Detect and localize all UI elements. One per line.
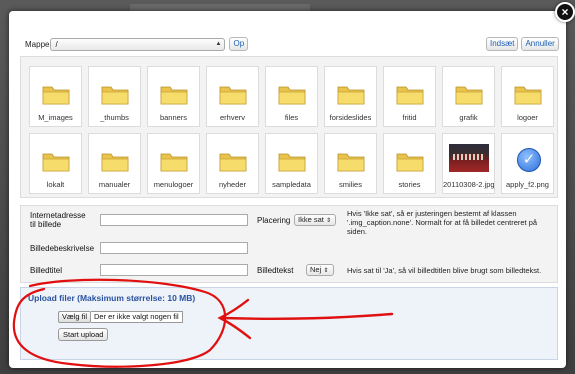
upload-section: Upload filer (Maksimum størrelse: 10 MB)… xyxy=(20,287,558,360)
folder-icon xyxy=(42,86,70,105)
file-chooser: Vælg fil Der er ikke valgt nogen fil xyxy=(58,311,183,323)
folder-icon xyxy=(337,153,365,172)
folder-icon xyxy=(160,153,188,172)
file-tile-label: lokalt xyxy=(46,180,65,189)
description-input[interactable] xyxy=(100,242,248,254)
placement-help: Hvis 'Ikke sat', så er justeringen beste… xyxy=(347,209,538,236)
title-input[interactable] xyxy=(100,264,248,276)
folder-icon xyxy=(160,86,188,105)
placement-label: Placering xyxy=(257,216,291,225)
placement-select[interactable]: Ikke sat ⇕ xyxy=(294,214,336,226)
folder-icon xyxy=(396,86,424,105)
file-tile[interactable]: grafik xyxy=(442,66,495,127)
file-tile[interactable]: sampledata xyxy=(265,133,318,194)
file-tile[interactable]: smilies xyxy=(324,133,377,194)
updown-arrows-icon: ⇕ xyxy=(323,268,329,274)
folder-icon xyxy=(278,153,306,172)
file-tile-label: nyheder xyxy=(218,180,247,189)
file-tile[interactable]: stories xyxy=(383,133,436,194)
file-status: Der er ikke valgt nogen fil xyxy=(91,311,183,323)
file-browser-grid: M_images _thumbs banners erhverv files forsid… xyxy=(20,56,558,198)
folder-select[interactable]: / ▲ xyxy=(50,37,226,51)
file-tile[interactable]: ✓ apply_f2.png xyxy=(501,133,554,194)
file-tile[interactable]: _thumbs xyxy=(88,66,141,127)
file-tile[interactable]: M_images xyxy=(29,66,82,127)
caption-select-value: Nej xyxy=(310,265,322,274)
file-tile-label: forsideslides xyxy=(329,113,372,122)
file-tile-label: M_images xyxy=(38,113,73,122)
image-properties-form: Internetadresse til billede Placering Ik… xyxy=(20,205,558,283)
file-tile-label: manualer xyxy=(98,180,131,189)
file-tile-label: sampledata xyxy=(272,180,311,189)
file-tile-label: grafik xyxy=(459,113,478,122)
folder-icon xyxy=(219,86,247,105)
folder-icon xyxy=(101,86,129,105)
checkmark-icon: ✓ xyxy=(517,148,541,172)
folder-icon xyxy=(396,153,424,172)
choose-file-button[interactable]: Vælg fil xyxy=(58,311,92,323)
insert-button[interactable]: Indsæt xyxy=(486,37,519,51)
caption-label: Billedtekst xyxy=(257,266,294,275)
file-tile-label: menulogoer xyxy=(153,180,194,189)
file-tile[interactable]: erhverv xyxy=(206,66,259,127)
url-label: Internetadresse xyxy=(30,211,86,220)
start-upload-button[interactable]: Start upload xyxy=(58,328,109,341)
file-tile[interactable]: manualer xyxy=(88,133,141,194)
file-tile[interactable]: logoer xyxy=(501,66,554,127)
file-tile-label: logoer xyxy=(517,113,538,122)
file-tile-label: apply_f2.png xyxy=(506,180,549,189)
url-input[interactable] xyxy=(100,214,248,226)
folder-icon xyxy=(337,86,365,105)
folder-icon xyxy=(278,86,306,105)
file-tile[interactable]: lokalt xyxy=(29,133,82,194)
folder-icon xyxy=(219,153,247,172)
updown-arrows-icon: ▲ xyxy=(215,40,222,47)
file-tile[interactable]: forsideslides xyxy=(324,66,377,127)
placement-select-value: Ikke sat xyxy=(298,215,324,224)
updown-arrows-icon: ⇕ xyxy=(325,218,331,224)
dialog-actions: Indsæt Annuller xyxy=(486,37,559,51)
file-tile-label: fritid xyxy=(402,113,417,122)
file-tile[interactable]: menulogoer xyxy=(147,133,200,194)
caption-help: Hvis sat til 'Ja', så vil billedtitlen b… xyxy=(347,266,542,275)
caption-select[interactable]: Nej ⇕ xyxy=(306,264,334,276)
file-tile[interactable]: banners xyxy=(147,66,200,127)
folder-icon xyxy=(455,86,483,105)
file-tile[interactable]: files xyxy=(265,66,318,127)
cancel-button[interactable]: Annuller xyxy=(521,37,559,51)
url-label-line2: til billede xyxy=(30,220,62,229)
folder-select-value: / xyxy=(55,39,58,49)
folder-icon xyxy=(42,153,70,172)
close-dialog-button[interactable]: × xyxy=(555,2,575,22)
file-tile-label: 20110308-2.jpg xyxy=(443,180,494,189)
file-tile-label: erhverv xyxy=(219,113,245,122)
upload-title: Upload filer (Maksimum størrelse: 10 MB) xyxy=(28,293,196,303)
description-label: Billedebeskrivelse xyxy=(30,244,95,253)
image-thumbnail xyxy=(449,144,489,172)
file-tile-label: _thumbs xyxy=(100,113,129,122)
close-icon: × xyxy=(561,5,569,19)
file-tile[interactable]: 20110308-2.jpg xyxy=(442,133,495,194)
file-tile[interactable]: nyheder xyxy=(206,133,259,194)
title-label: Billedtitel xyxy=(30,266,63,275)
folder-icon xyxy=(514,86,542,105)
file-tile[interactable]: fritid xyxy=(383,66,436,127)
folder-row: Mappe / ▲ Op xyxy=(25,37,249,51)
up-button[interactable]: Op xyxy=(229,37,249,51)
file-tile-label: files xyxy=(284,113,299,122)
file-tile-label: banners xyxy=(159,113,188,122)
file-tile-label: smilies xyxy=(339,180,362,189)
file-tile-label: stories xyxy=(398,180,421,189)
folder-label: Mappe xyxy=(25,39,50,49)
folder-icon xyxy=(101,153,129,172)
